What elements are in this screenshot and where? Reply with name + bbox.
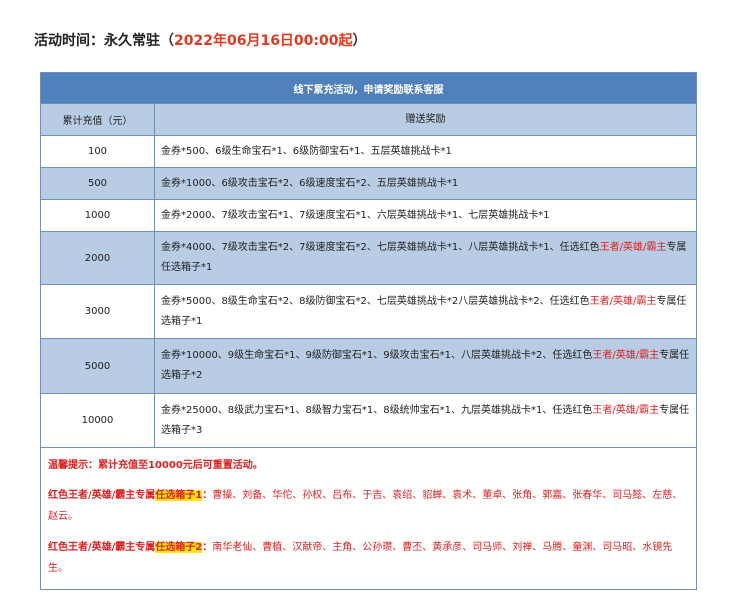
reward-text: 金券*2000、7级攻击宝石*1、7级速度宝石*1、六层英雄挑战卡*1、七层英雄… [161, 209, 550, 221]
box1-list: 红色王者/英雄/霸主专属任选箱子1：曹操、刘备、华佗、孙权、吕布、于吉、袁绍、貂… [48, 485, 692, 527]
amount-cell: 1000 [41, 200, 155, 231]
reward-cell: 金券*10000、9级生命宝石*1、9级防御宝石*1、9级攻击宝石*1、八层英雄… [155, 339, 696, 393]
reward-red-text: 王者/英雄/霸主 [592, 404, 660, 416]
header-reward: 赠送奖励 [405, 113, 446, 125]
reward-cell: 金券*4000、7级攻击宝石*2、7级速度宝石*2、七层英雄挑战卡*1、八层英雄… [155, 232, 696, 284]
activity-start-date: 2022年06月16日00:00起 [174, 33, 353, 49]
activity-time-heading: 活动时间：永久常驻（2022年06月16日00:00起） [34, 30, 367, 50]
amount-cell: 5000 [41, 339, 155, 393]
activity-time-label: 活动时间：永久常驻 [34, 33, 160, 49]
reward-red-text: 王者/英雄/霸主 [592, 350, 660, 361]
reward-cell: 金券*25000、8级武力宝石*1、8级智力宝石*1、8级统帅宝石*1、九层英雄… [155, 394, 696, 447]
close-paren: ） [352, 33, 367, 49]
reward-cell: 金券*1000、6级攻击宝石*2、6级速度宝石*2、五层英雄挑战卡*1 [155, 168, 696, 199]
amount-cell: 2000 [41, 232, 155, 284]
open-paren: （ [160, 33, 174, 49]
box2-label: 红色王者/英雄/霸主专属 [48, 542, 156, 553]
table-header-row: 累计充值（元） 赠送奖励 [41, 104, 696, 136]
table-row: 1000 金券*2000、7级攻击宝石*1、7级速度宝石*1、六层英雄挑战卡*1… [41, 200, 696, 232]
reward-text: 金券*5000、8级生命宝石*2、8级防御宝石*2、七层英雄挑战卡*2八层英雄挑… [161, 295, 590, 307]
amount-cell: 3000 [41, 285, 155, 338]
table-banner: 线下累充活动，申请奖励联系客服 [41, 73, 696, 104]
table-row: 10000 金券*25000、8级武力宝石*1、8级智力宝石*1、8级统帅宝石*… [41, 394, 696, 448]
table-row: 100 金券*500、6级生命宝石*1、6级防御宝石*1、五层英雄挑战卡*1 [41, 136, 696, 168]
reward-red-text: 王者/英雄/霸主 [589, 295, 657, 307]
table-row: 500 金券*1000、6级攻击宝石*2、6级速度宝石*2、五层英雄挑战卡*1 [41, 168, 696, 200]
box2-highlight: 任选箱子2 [155, 542, 203, 553]
reward-text: 金券*25000、8级武力宝石*1、8级智力宝石*1、8级统帅宝石*1、九层英雄… [161, 404, 593, 416]
reward-text: 金券*10000、9级生命宝石*1、9级防御宝石*1、9级攻击宝石*1、八层英雄… [161, 350, 593, 361]
reward-cell: 金券*5000、8级生命宝石*2、8级防御宝石*2、七层英雄挑战卡*2八层英雄挑… [155, 285, 696, 338]
reward-text: 金券*1000、6级攻击宝石*2、6级速度宝石*2、五层英雄挑战卡*1 [161, 177, 459, 189]
reset-tip: 温馨提示：累计充值至10000元后可重置活动。 [48, 460, 263, 471]
reward-red-text: 王者/英雄/霸主 [599, 242, 667, 253]
table-row: 3000 金券*5000、8级生命宝石*2、8级防御宝石*2、七层英雄挑战卡*2… [41, 285, 696, 339]
notes-section: 温馨提示：累计充值至10000元后可重置活动。 红色王者/英雄/霸主专属任选箱子… [41, 448, 696, 589]
reward-cell: 金券*2000、7级攻击宝石*1、7级速度宝石*1、六层英雄挑战卡*1、七层英雄… [155, 200, 696, 231]
header-cumulative-amount: 累计充值（元） [41, 104, 155, 135]
amount-cell: 500 [41, 168, 155, 199]
box2-list: 红色王者/英雄/霸主专属任选箱子2：南华老仙、曹植、汉献帝、主角、公孙瓒、曹丕、… [48, 537, 692, 579]
reward-text: 金券*4000、7级攻击宝石*2、7级速度宝石*2、七层英雄挑战卡*1、八层英雄… [161, 242, 600, 253]
reward-table: 线下累充活动，申请奖励联系客服 累计充值（元） 赠送奖励 100 金券*500、… [40, 72, 697, 590]
box1-highlight: 任选箱子1 [155, 490, 203, 501]
amount-cell: 10000 [41, 394, 155, 447]
table-row: 2000 金券*4000、7级攻击宝石*2、7级速度宝石*2、七层英雄挑战卡*1… [41, 232, 696, 285]
box2-colon: ： [202, 542, 213, 553]
amount-cell: 100 [41, 136, 155, 167]
reward-cell: 金券*500、6级生命宝石*1、6级防御宝石*1、五层英雄挑战卡*1 [155, 136, 696, 167]
box1-label: 红色王者/英雄/霸主专属 [48, 490, 156, 501]
reward-text: 金券*500、6级生命宝石*1、6级防御宝石*1、五层英雄挑战卡*1 [161, 145, 452, 157]
table-row: 5000 金券*10000、9级生命宝石*1、9级防御宝石*1、9级攻击宝石*1… [41, 339, 696, 394]
box1-colon: ： [202, 490, 213, 501]
